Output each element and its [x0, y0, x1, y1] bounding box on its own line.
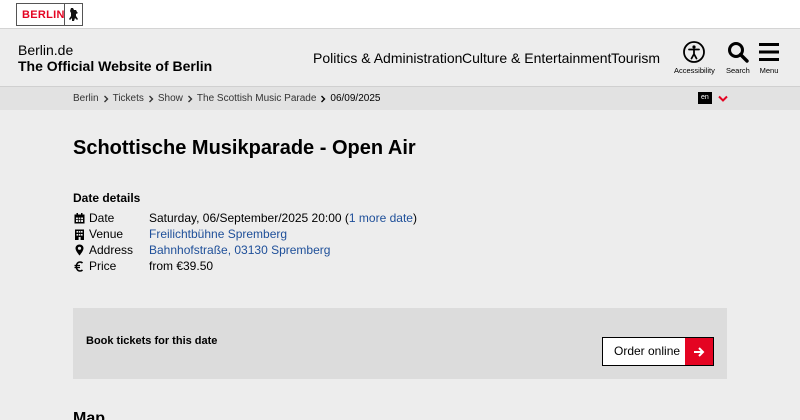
date-label: Date: [89, 211, 115, 225]
top-strip: BERLIN: [0, 0, 800, 29]
chevron-right-icon: [148, 95, 154, 103]
logo-text: BERLIN: [22, 8, 65, 21]
menu-label: Menu: [759, 66, 779, 75]
hamburger-menu-icon: [759, 43, 779, 61]
detail-row-price: Price from €39.50: [73, 258, 213, 274]
menu-button[interactable]: Menu: [759, 41, 779, 75]
arrow-right-icon: [685, 338, 713, 365]
site-name[interactable]: Berlin.de: [18, 42, 73, 58]
date-details-heading: Date details: [73, 191, 141, 205]
bear-icon: [64, 4, 82, 25]
search-label: Search: [726, 66, 750, 75]
nav-culture-entertainment[interactable]: Culture & Entertainment: [462, 50, 611, 66]
search-icon: [727, 42, 749, 63]
price-value: from €39.50: [149, 259, 214, 273]
nav-tourism[interactable]: Tourism: [611, 50, 660, 66]
breadcrumb-scottish-music-parade[interactable]: The Scottish Music Parade: [197, 93, 317, 105]
page-title: Schottische Musikparade - Open Air: [73, 137, 416, 159]
order-online-button[interactable]: Order online: [602, 337, 714, 366]
date-value: Saturday, 06/September/2025 20:00 (1 mor…: [149, 210, 417, 226]
map-pin-icon: [73, 244, 85, 256]
building-icon: [73, 228, 85, 240]
chevron-right-icon: [187, 95, 193, 103]
breadcrumb-berlin[interactable]: Berlin: [73, 93, 99, 105]
breadcrumb-show[interactable]: Show: [158, 93, 183, 105]
breadcrumb: Berlin Tickets Show The Scottish Music P…: [73, 93, 380, 105]
breadcrumb-current-date: 06/09/2025: [330, 93, 381, 104]
price-label: Price: [89, 259, 117, 273]
more-dates-link[interactable]: 1 more date: [349, 211, 413, 225]
chevron-right-icon: [103, 95, 109, 103]
booking-box: Book tickets for this date Order online: [73, 308, 727, 379]
search-button[interactable]: Search: [726, 41, 750, 75]
euro-icon: [73, 260, 85, 272]
map-heading: Map: [73, 410, 105, 420]
breadcrumb-tickets[interactable]: Tickets: [113, 93, 144, 105]
language-code: en: [698, 92, 712, 104]
nav-politics-administration[interactable]: Politics & Administration: [313, 50, 462, 66]
detail-row-date: Date Saturday, 06/September/2025 20:00 (…: [73, 210, 417, 226]
date-text: Saturday, 06/September/2025 20:00 (: [149, 211, 349, 225]
address-label: Address: [89, 243, 134, 257]
breadcrumb-bar: Berlin Tickets Show The Scottish Music P…: [0, 86, 800, 110]
calendar-icon: [73, 212, 85, 224]
language-selector[interactable]: en: [698, 92, 728, 104]
detail-row-venue: Venue Freilichtbühne Spremberg: [73, 226, 287, 242]
accessibility-icon: [683, 41, 706, 63]
accessibility-button[interactable]: Accessibility: [674, 41, 715, 75]
berlin-logo[interactable]: BERLIN: [16, 3, 83, 26]
venue-label: Venue: [89, 227, 124, 241]
order-online-label: Order online: [614, 344, 681, 358]
detail-row-address: Address Bahnhofstraße, 03130 Spremberg: [73, 242, 330, 258]
main-content: Schottische Musikparade - Open Air Date …: [0, 110, 800, 420]
venue-link[interactable]: Freilichtbühne Spremberg: [149, 226, 287, 242]
booking-label: Book tickets for this date: [86, 335, 218, 347]
site-subtitle[interactable]: The Official Website of Berlin: [18, 58, 212, 74]
site-header: Berlin.de The Official Website of Berlin…: [0, 29, 800, 86]
address-link[interactable]: Bahnhofstraße, 03130 Spremberg: [149, 242, 330, 258]
chevron-right-icon: [320, 95, 326, 103]
chevron-down-icon: [718, 95, 728, 102]
accessibility-label: Accessibility: [674, 66, 715, 75]
date-close-paren: ): [412, 211, 417, 225]
